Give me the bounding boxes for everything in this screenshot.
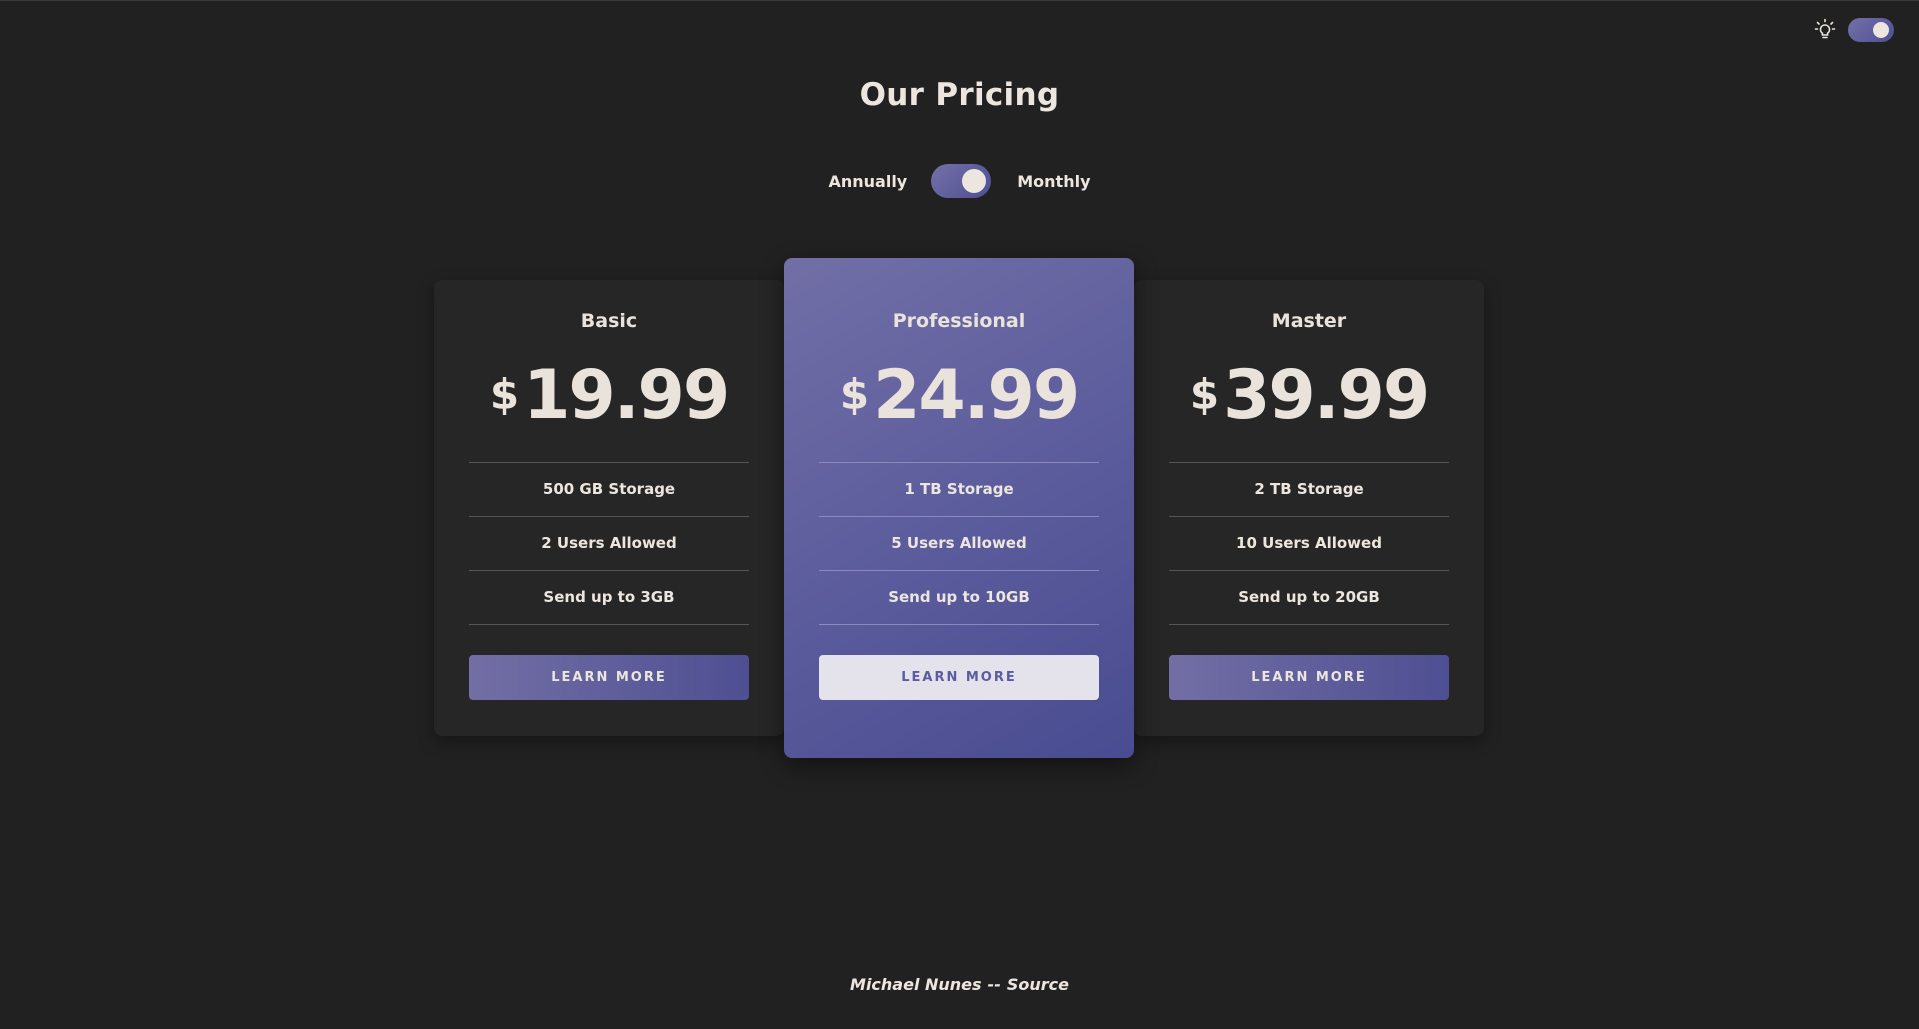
plan-price: $ 19.99 [434,356,784,436]
top-border [0,0,1919,1]
monthly-label: Monthly [1017,171,1091,191]
billing-period-toggle-group: Annually Monthly [0,164,1919,198]
feature-item: Send up to 10GB [819,571,1099,625]
plan-card-basic: Basic $ 19.99 500 GB Storage 2 Users All… [434,280,784,736]
learn-more-button-professional[interactable]: LEARN MORE [819,655,1099,700]
source-link[interactable]: Source [1007,975,1069,994]
page-title: Our Pricing [859,77,1060,113]
plan-name: Basic [580,310,638,332]
theme-toggle[interactable] [1848,18,1894,42]
plan-price: $ 39.99 [1134,356,1484,436]
price-amount: 39.99 [1223,356,1430,435]
annually-label: Annually [828,171,908,191]
feature-item: Send up to 20GB [1169,571,1449,625]
feature-item: 500 GB Storage [469,463,749,517]
lightbulb-icon [1812,17,1838,43]
feature-list: 500 GB Storage 2 Users Allowed Send up t… [469,462,749,625]
plan-card-professional: Professional $ 24.99 1 TB Storage 5 User… [784,258,1134,758]
feature-item: 10 Users Allowed [1169,517,1449,571]
billing-switch-knob [962,169,987,193]
feature-list: 2 TB Storage 10 Users Allowed Send up to… [1169,462,1449,625]
plan-card-master: Master $ 39.99 2 TB Storage 10 Users All… [1134,280,1484,736]
feature-item: 5 Users Allowed [819,517,1099,571]
feature-item: 2 TB Storage [1169,463,1449,517]
author-name: Michael Nunes [850,975,982,994]
feature-item: Send up to 3GB [469,571,749,625]
theme-switcher [1812,17,1894,43]
feature-item: 2 Users Allowed [469,517,749,571]
feature-item: 1 TB Storage [819,463,1099,517]
price-amount: 24.99 [873,356,1080,435]
footer-credit: Michael Nunes -- Source [0,975,1919,994]
feature-list: 1 TB Storage 5 Users Allowed Send up to … [819,462,1099,625]
currency-symbol: $ [489,370,520,419]
billing-period-switch[interactable] [931,164,992,198]
price-amount: 19.99 [523,356,730,435]
currency-symbol: $ [839,370,870,419]
plan-name: Professional [892,310,1026,332]
theme-toggle-knob [1873,22,1889,38]
learn-more-button-master[interactable]: LEARN MORE [1169,655,1449,700]
footer-separator: -- [987,975,1001,994]
plan-name: Master [1271,310,1347,332]
plan-price: $ 24.99 [784,356,1134,436]
learn-more-button-basic[interactable]: LEARN MORE [469,655,749,700]
currency-symbol: $ [1189,370,1220,419]
